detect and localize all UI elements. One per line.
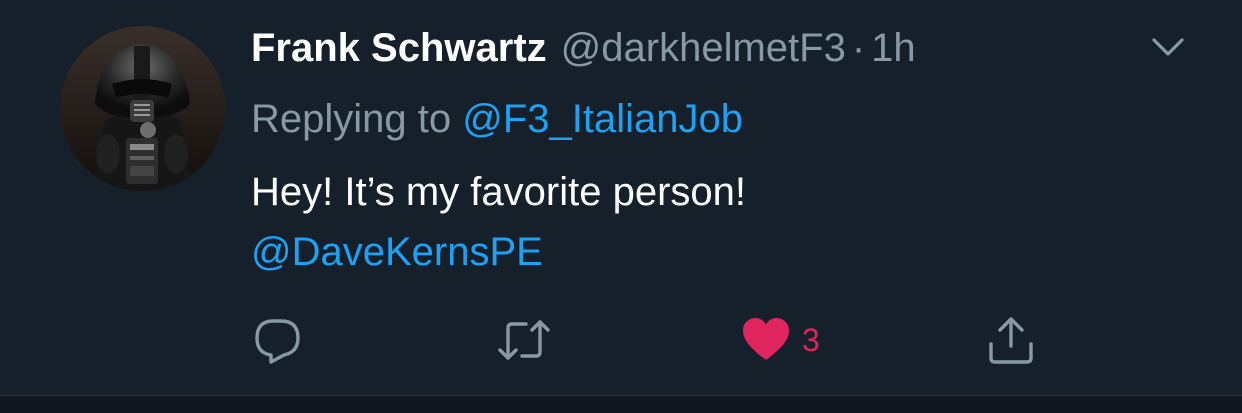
retweet-icon [498,320,550,360]
replying-to: Replying to @F3_ItalianJob [251,94,743,144]
avatar-image [60,26,225,191]
tweet-mention-line: @DaveKernsPE [251,224,543,280]
share-icon [989,317,1033,364]
avatar[interactable] [60,26,225,191]
author-name[interactable]: Frank Schwartz [251,22,547,74]
separator-dot: · [851,26,866,70]
reply-button[interactable] [251,312,303,368]
tweet-header: Frank Schwartz @darkhelmetF3 · 1h [251,22,916,74]
tweet-divider [0,395,1242,413]
mention-link[interactable]: @DaveKernsPE [251,230,543,274]
replying-prefix: Replying to [251,97,452,141]
heart-icon [743,318,789,360]
timestamp[interactable]: 1h [871,22,916,74]
like-button[interactable]: 3 [740,312,820,368]
action-bar: 3 [0,312,1242,372]
author-handle[interactable]: @darkhelmetF3 [561,22,846,74]
tweet-text: Hey! It’s my favorite person! [251,170,746,214]
like-count: 3 [802,322,820,358]
chevron-down-icon[interactable] [1150,32,1186,62]
tweet-card[interactable]: Frank Schwartz @darkhelmetF3 · 1h Replyi… [0,0,1242,395]
retweet-button[interactable] [496,312,552,368]
replying-to-mention[interactable]: @F3_ItalianJob [462,97,743,141]
reply-icon [255,319,300,364]
share-button[interactable] [986,312,1036,368]
